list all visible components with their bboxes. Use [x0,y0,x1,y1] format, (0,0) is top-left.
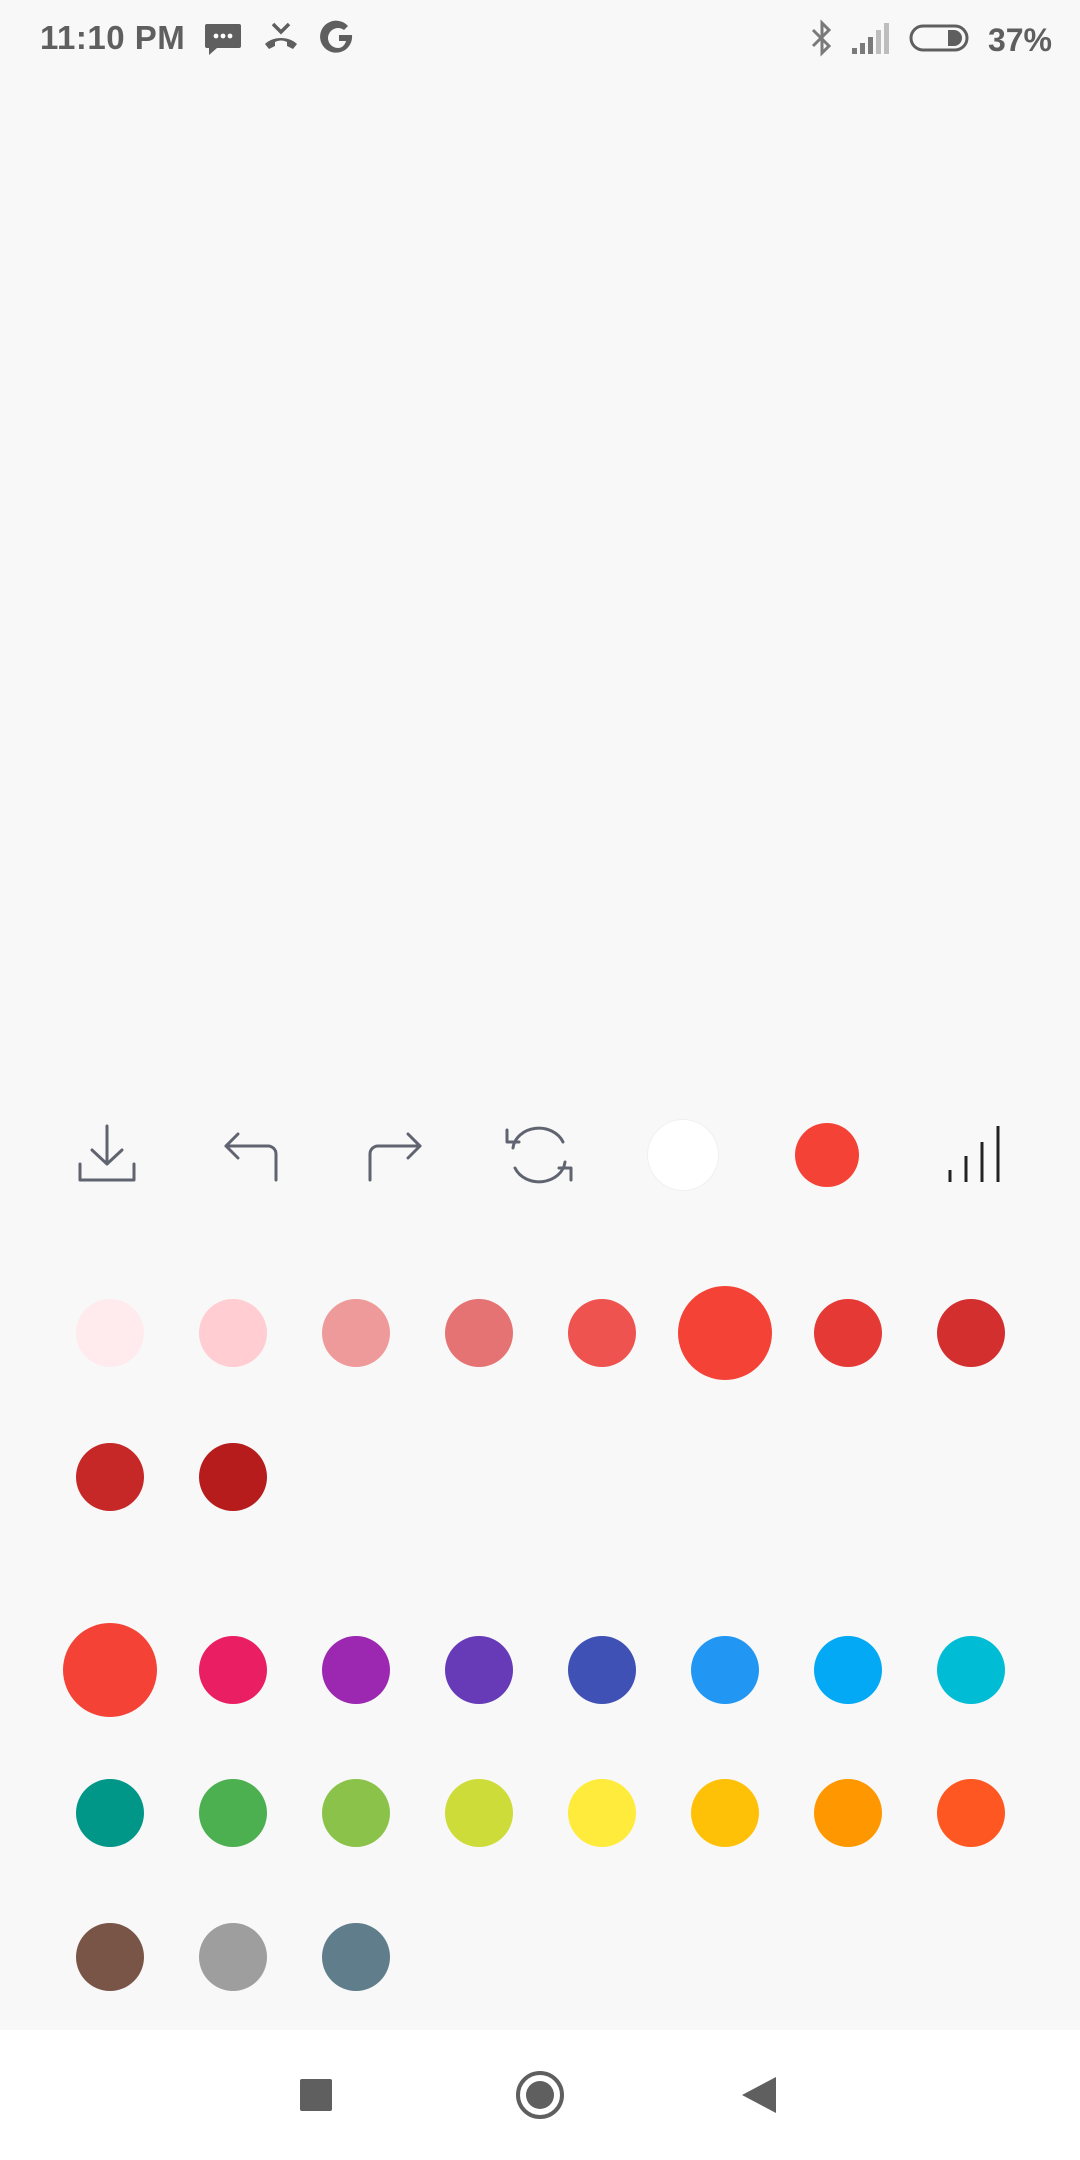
battery-icon [908,18,974,63]
square-icon [300,2079,332,2111]
eraser-color-button[interactable] [638,1110,728,1200]
palette-color-swatch[interactable] [691,1636,759,1704]
missed-call-icon [261,18,301,58]
stroke-width-icon [948,1126,1000,1182]
recents-button[interactable] [271,2050,361,2140]
palette-color-swatch[interactable] [814,1779,882,1847]
current-color-swatch [795,1123,859,1187]
shade-swatch[interactable] [568,1299,636,1367]
status-time: 11:10 PM [40,19,186,56]
redo-icon [368,1132,422,1182]
shade-swatch-selected[interactable] [678,1286,772,1380]
google-icon [319,18,359,58]
stroke-width-button[interactable] [926,1110,1016,1200]
palette-color-swatch[interactable] [76,1779,144,1847]
home-button[interactable] [495,2050,585,2140]
eraser-color-swatch [648,1120,718,1190]
message-icon [203,18,243,58]
signal-icon [850,18,894,63]
shade-swatch[interactable] [199,1299,267,1367]
palette-color-swatch[interactable] [199,1923,267,1991]
redo-button[interactable] [350,1110,440,1200]
palette-color-swatch-selected[interactable] [63,1623,157,1717]
status-left: 11:10 PM [40,18,359,58]
palette-color-swatch[interactable] [199,1779,267,1847]
palette-color-swatch[interactable] [322,1923,390,1991]
download-icon [78,1124,136,1182]
palette-color-swatch[interactable] [691,1779,759,1847]
back-triangle-icon [742,2077,776,2113]
palette-color-swatch[interactable] [199,1636,267,1704]
palette-color-swatch[interactable] [937,1636,1005,1704]
shade-swatch[interactable] [445,1299,513,1367]
palette-color-swatch[interactable] [445,1779,513,1847]
shade-swatch[interactable] [322,1299,390,1367]
home-circle-icon [516,2071,564,2119]
shade-swatch[interactable] [199,1443,267,1511]
shade-swatch[interactable] [814,1299,882,1367]
navigation-bar [0,2030,1080,2160]
shade-swatch[interactable] [76,1299,144,1367]
undo-button[interactable] [206,1110,296,1200]
palette-color-swatch[interactable] [568,1636,636,1704]
palette-color-swatch[interactable] [445,1636,513,1704]
toolbar [0,1110,1080,1200]
palette-color-swatch[interactable] [814,1636,882,1704]
status-right: 37% [808,18,1052,63]
current-color-button[interactable] [782,1110,872,1200]
refresh-button[interactable] [494,1110,584,1200]
battery-percent: 37% [987,22,1052,58]
shade-swatch[interactable] [76,1443,144,1511]
palette-color-swatch[interactable] [322,1779,390,1847]
status-bar: 11:10 PM 37% [0,0,1080,84]
shade-swatch[interactable] [937,1299,1005,1367]
palette-color-swatch[interactable] [568,1779,636,1847]
drawing-canvas[interactable] [0,84,1080,1094]
palette-color-swatch[interactable] [937,1779,1005,1847]
palette-color-swatch[interactable] [322,1636,390,1704]
refresh-icon [505,1126,573,1184]
back-button[interactable] [715,2050,805,2140]
palette-color-swatch[interactable] [76,1923,144,1991]
bluetooth-icon [808,18,836,63]
download-button[interactable] [62,1110,152,1200]
undo-icon [224,1132,278,1182]
